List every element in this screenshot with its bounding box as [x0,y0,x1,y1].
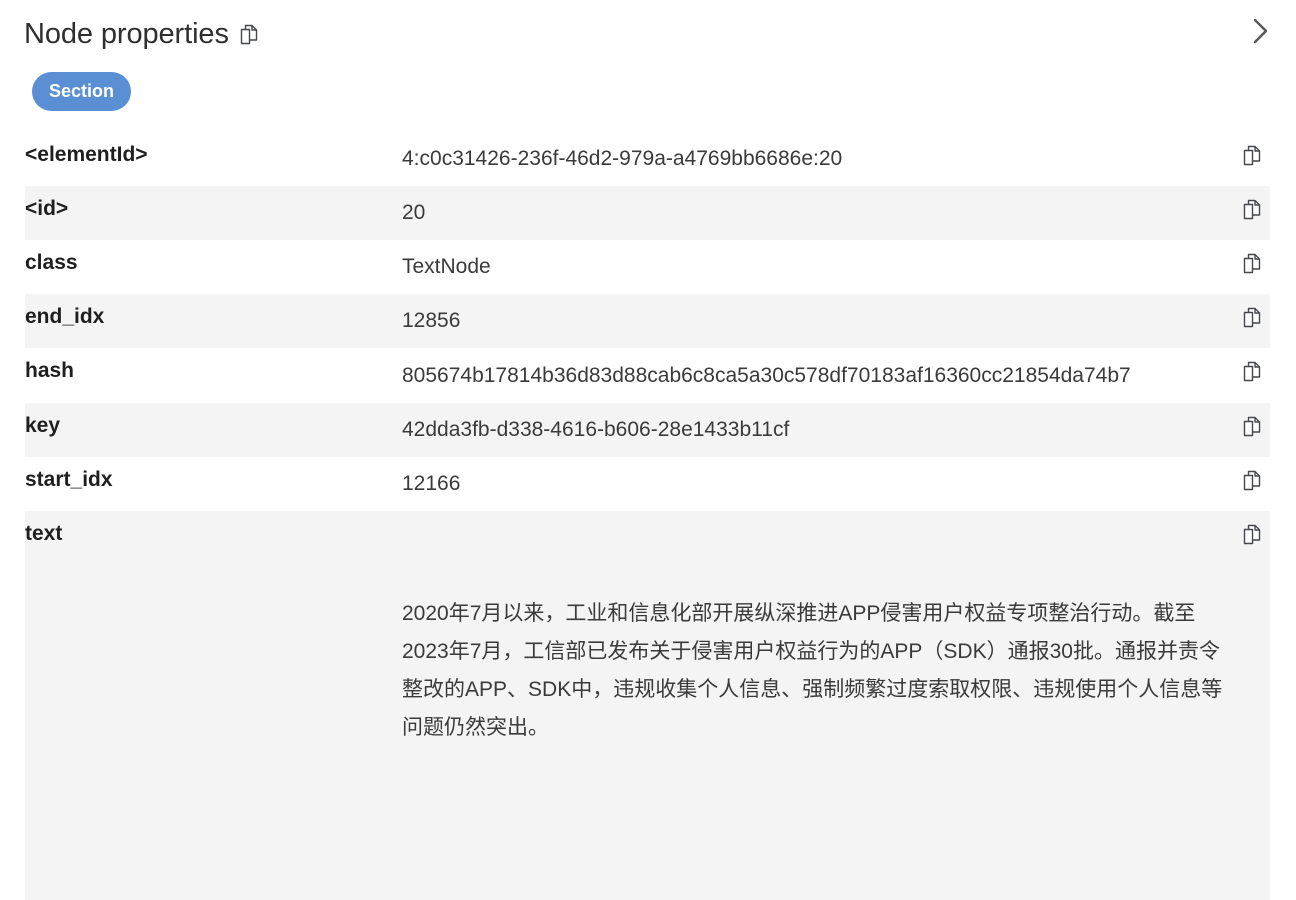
table-row: text 2020年7月以来，工业和信息化部开展纵深推进APP侵害用户权益专项整… [25,511,1270,900]
property-value: TextNode [402,255,491,278]
property-value: 4:c0c31426-236f-46d2-979a-a4769bb6686e:2… [402,147,843,170]
table-row: start_idx 12166 [25,457,1270,511]
node-labels: Section [0,62,1296,120]
property-value-text: 2020年7月以来，工业和信息化部开展纵深推进APP侵害用户权益专项整治行动。截… [402,602,1223,739]
panel-header: Node properties [0,0,1296,62]
property-value: 20 [402,201,426,224]
table-row: end_idx 12856 [25,294,1270,348]
table-row: <id> 20 [25,186,1270,240]
table-row: hash 805674b17814b36d83d88cab6c8ca5a30c5… [25,348,1270,403]
table-row: class TextNode [25,240,1270,294]
copy-icon[interactable] [1242,199,1270,221]
copy-icon[interactable] [239,24,259,46]
page-title: Node properties [24,18,229,50]
property-value: 12856 [402,309,461,332]
property-key: <id> [25,197,69,220]
copy-icon[interactable] [1242,361,1270,383]
property-key: start_idx [25,468,113,491]
property-key: hash [25,359,75,382]
property-key: <elementId> [25,143,148,166]
property-value: 805674b17814b36d83d88cab6c8ca5a30c578df7… [402,364,1131,387]
property-key: key [25,414,61,437]
table-row: key 42dda3fb-d338-4616-b606-28e1433b11cf [25,403,1270,457]
property-value: 42dda3fb-d338-4616-b606-28e1433b11cf [402,418,790,441]
copy-icon[interactable] [1242,416,1270,438]
copy-icon[interactable] [1242,307,1270,329]
property-key: end_idx [25,305,105,328]
chevron-right-icon[interactable] [1244,14,1278,48]
properties-table: <elementId> 4:c0c31426-236f-46d2-979a-a4… [0,132,1296,900]
copy-icon[interactable] [1242,145,1270,167]
copy-icon[interactable] [1242,470,1270,492]
node-properties-panel: Node properties Section <elementId> 4:c0… [0,0,1296,900]
property-value: 12166 [402,472,461,495]
copy-icon[interactable] [1242,253,1270,275]
copy-icon[interactable] [1242,524,1270,546]
label-chip-section[interactable]: Section [32,72,132,111]
property-key: text [25,522,63,545]
property-value: 2020年7月以来，工业和信息化部开展纵深推进APP侵害用户权益专项整治行动。截… [402,519,1242,900]
property-key: class [25,251,78,274]
table-row: <elementId> 4:c0c31426-236f-46d2-979a-a4… [25,132,1270,186]
